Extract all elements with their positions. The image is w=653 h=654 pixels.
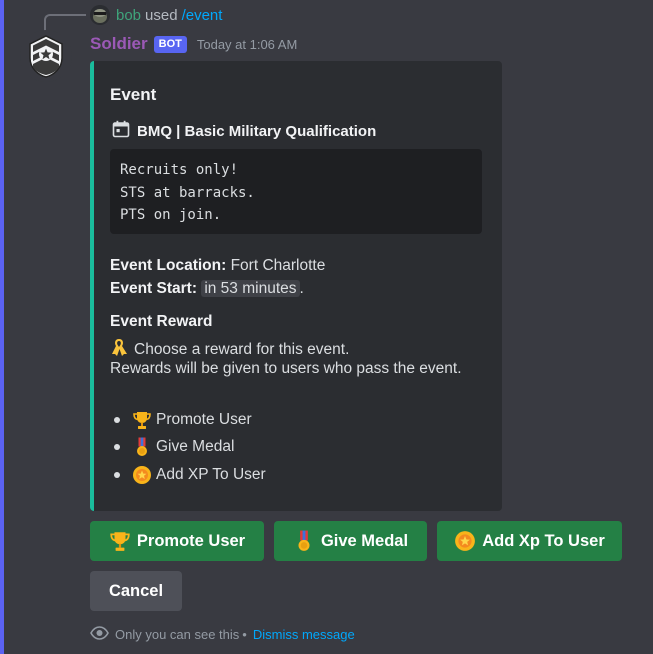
separator: • [242, 627, 247, 642]
code-line: PTS on join. [120, 207, 222, 223]
event-start-label: Event Start: [110, 280, 197, 297]
event-start: Event Start: in 53 minutes. [110, 280, 304, 298]
event-start-timestamp[interactable]: in 53 minutes [201, 280, 300, 297]
ephemeral-notice: Only you can see this • Dismiss message [90, 626, 355, 643]
promote-user-button[interactable]: Promote User [90, 521, 264, 561]
eye-icon [90, 626, 109, 643]
give-medal-label: Give Medal [320, 531, 409, 550]
add-xp-label: Add Xp To User [482, 531, 605, 550]
event-description-code: Recruits only! STS at barracks. PTS on joi… [110, 149, 482, 234]
bot-tag: BOT [153, 35, 187, 53]
medal-icon [293, 530, 315, 552]
reward-options-list: Promote User Give Medal Add XP To User [112, 406, 266, 489]
reply-preview[interactable]: bob used /event [90, 5, 222, 25]
event-name: BMQ | Basic Military Qualification [112, 120, 376, 142]
star-badge-icon [454, 530, 476, 552]
trophy-icon [109, 530, 131, 552]
event-location: Event Location: Fort Charlotte [110, 257, 325, 275]
list-item: Give Medal [112, 434, 266, 462]
soldier-badge-icon [29, 35, 63, 78]
medal-icon [132, 437, 152, 457]
bullet-dot [114, 471, 120, 478]
bot-avatar[interactable] [20, 30, 72, 82]
event-name-text: BMQ | Basic Military Qualification [137, 122, 377, 140]
event-embed: Event BMQ | Basic Military Qualification… [90, 61, 502, 511]
event-location-value: Fort Charlotte [230, 257, 326, 274]
reward-option-label: Give Medal [156, 438, 235, 456]
highlight-bar [0, 0, 4, 654]
bot-username[interactable]: Soldier [90, 34, 148, 54]
message-timestamp[interactable]: Today at 1:06 AM [197, 37, 297, 52]
cancel-button[interactable]: Cancel [90, 571, 182, 611]
trophy-icon [132, 410, 152, 430]
reward-option-label: Promote User [156, 410, 252, 428]
reply-avatar[interactable] [90, 5, 110, 25]
bullet-dot [114, 416, 120, 423]
reply-command[interactable]: /event [182, 7, 223, 24]
reward-title: Event Reward [110, 313, 213, 330]
dismiss-message-link[interactable]: Dismiss message [253, 627, 355, 642]
code-line: STS at barracks. [120, 184, 255, 201]
bullet-dot [114, 444, 120, 451]
reply-used-text: used [145, 6, 178, 24]
reward-note: Rewards will be given to users who pass … [110, 360, 462, 377]
list-item: Promote User [112, 406, 266, 434]
reply-username[interactable]: bob [116, 7, 141, 24]
star-badge-icon [132, 465, 152, 485]
ribbon-icon [110, 337, 128, 362]
message-header: Soldier BOT Today at 1:06 AM [90, 33, 297, 55]
list-item: Add XP To User [112, 461, 266, 489]
add-xp-button[interactable]: Add Xp To User [437, 521, 622, 561]
ephemeral-text: Only you can see this [115, 627, 240, 642]
reward-option-label: Add XP To User [156, 465, 266, 483]
promote-user-label: Promote User [136, 531, 246, 550]
reward-prompt: Choose a reward for this event. [110, 337, 349, 362]
calendar-icon [112, 120, 130, 142]
reward-prompt-text: Choose a reward for this event. [134, 340, 350, 358]
code-line: Recruits only! [120, 162, 239, 178]
give-medal-button[interactable]: Give Medal [274, 521, 427, 561]
event-start-suffix: . [299, 280, 304, 297]
event-location-label: Event Location: [110, 257, 227, 274]
embed-title: Event [110, 85, 157, 104]
